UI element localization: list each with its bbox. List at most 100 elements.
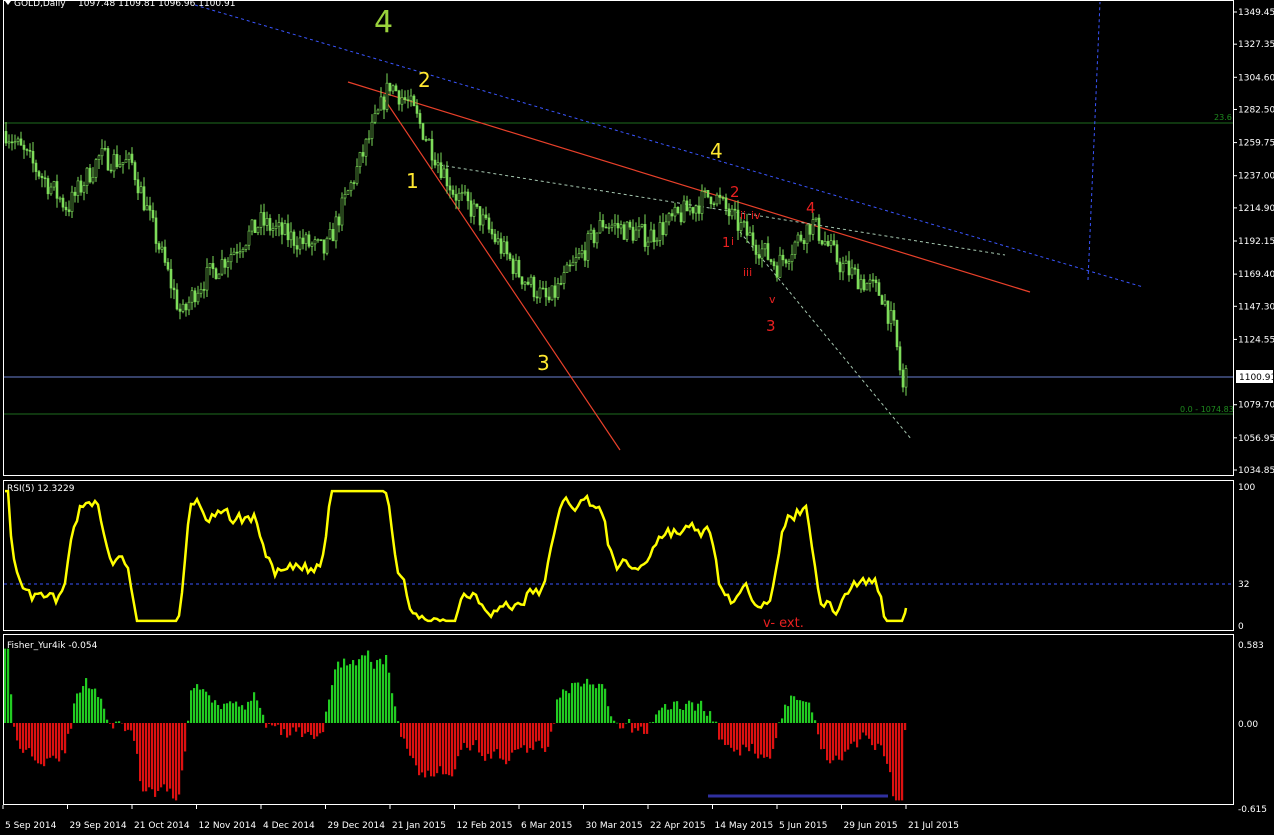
fisher-bar [742,723,745,745]
date-tick-label: 21 Oct 2014 [134,821,190,831]
fisher-bar [655,714,658,723]
candle-body [616,222,620,229]
fisher-bar [697,703,700,723]
candle-body [142,186,146,211]
collapse-triangle-icon[interactable] [5,1,11,5]
date-tick-label: 30 Mar 2015 [586,821,643,831]
candle-body [655,240,659,243]
fib-0-label: 0.0 - 1074.83 [1180,405,1234,414]
candle-body [259,212,263,228]
candle-body [673,206,677,217]
fisher-bar [706,715,709,723]
fisher-bar [814,720,817,723]
fisher-bar [385,654,388,723]
fisher-bar [349,664,352,723]
fisher-bar [700,700,703,723]
fisher-bar [871,723,874,746]
candle-body [307,234,311,247]
fisher-bar [139,723,142,782]
fisher-bar [118,721,121,723]
candle-body [631,226,635,241]
fisher-bar [769,723,772,759]
fisher-bar [412,723,415,759]
candle-body [433,159,437,166]
fisher-bar [592,684,595,723]
candle-body [427,138,431,141]
candle-body [358,152,362,167]
date-tick-label: 12 Nov 2014 [199,821,257,831]
fisher-bar [784,704,787,723]
fisher-bar [244,709,247,723]
candle-body [589,229,593,234]
fisher-bar [631,723,634,733]
wave-label-ii: ii [740,209,746,222]
candle-body [352,182,356,184]
fisher-bar [637,723,640,731]
blue-trendline [194,4,1144,288]
candle-body [115,154,119,168]
candle-body [40,175,44,179]
candle-body [694,205,698,214]
candle-body [511,258,515,274]
candle-body [256,227,260,234]
candle-body [541,287,545,290]
fisher-bar [868,723,871,739]
candle-body [292,231,296,246]
fisher-bar [568,693,571,723]
fisher-bar [247,701,250,723]
candle-body [664,221,668,235]
fisher-bar [778,722,781,723]
candle-body [232,251,236,255]
candle-body [172,287,176,291]
candle-body [94,159,98,178]
candle-body [628,221,632,228]
candle-body [574,257,578,263]
fisher-bar [619,723,622,729]
fisher-bar [127,723,130,730]
candle-body [607,226,611,229]
fisher-bar [40,723,43,765]
candle-body [586,233,590,261]
candle-body [22,144,26,150]
candle-body [805,224,809,244]
candle-body [367,138,371,140]
candle-body [403,97,407,100]
candle-body [835,244,839,263]
fisher-bar [196,684,199,723]
candle-body [526,281,530,285]
fisher-bar [133,723,136,741]
fisher-bar [130,723,133,731]
fisher-bar [148,723,151,788]
fisher-bar [415,723,418,766]
candle-body [100,148,104,157]
fisher-bar [4,648,7,723]
gold-daily-chart[interactable]: GOLD,Daily 1097.48 1109.81 1096.96 1100.… [0,0,1274,835]
fisher-bar [667,709,670,723]
fisher-bar [514,723,517,750]
fisher-bar [274,723,277,727]
fisher-bar [622,723,625,729]
fisher-bar [409,723,412,756]
fisher-bar [634,723,637,729]
fisher-bar [235,701,238,723]
candle-body [337,216,341,226]
candle-body [496,238,500,243]
candle-body [550,285,554,301]
candle-body [538,287,542,299]
candle-body [85,167,89,186]
price-tick-label: 1259.75 [1238,139,1274,149]
candle-body [553,285,557,298]
fisher-bar [403,723,406,739]
candle-body [214,268,218,280]
candle-body [451,189,455,195]
fisher-bar [805,701,808,723]
candle-body [58,197,62,200]
fisher-bar [307,723,310,732]
fisher-bar [847,723,850,750]
fisher-bar [823,723,826,749]
candle-body [37,171,41,177]
fisher-bar [880,723,883,746]
fib-23-6-label: 23.6 [1214,113,1232,122]
fisher-bar [157,723,160,791]
candle-body [289,231,293,241]
